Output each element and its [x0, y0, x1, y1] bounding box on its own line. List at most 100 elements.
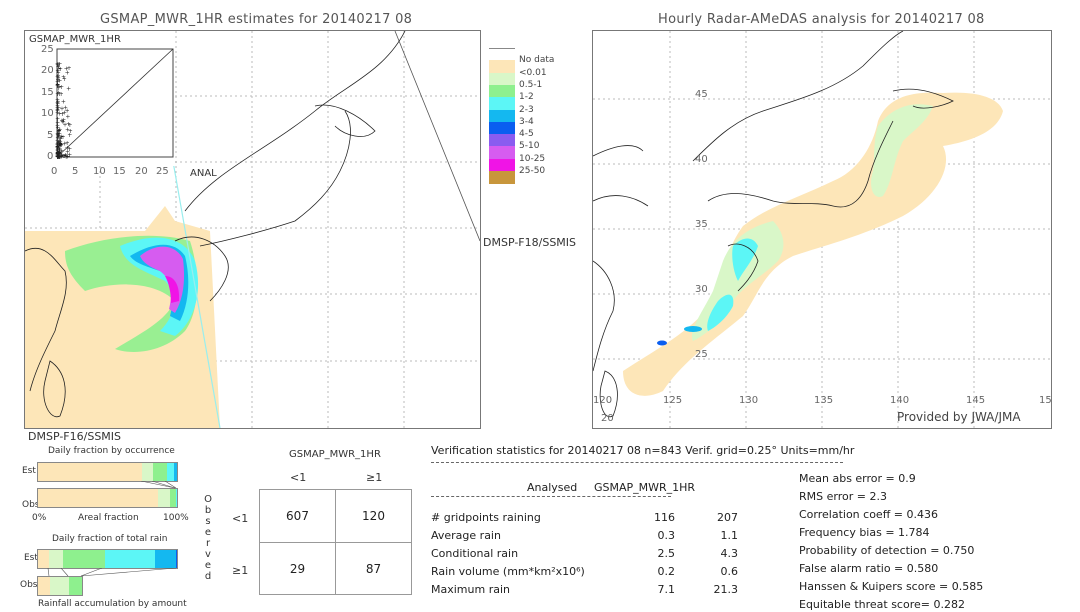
lat-tick: 25 — [695, 349, 708, 360]
occurrence-bar-obs — [37, 488, 178, 508]
stat-gsmap: 0.6 — [720, 565, 739, 578]
bar-segment — [174, 463, 177, 481]
lat-tick: 35 — [695, 219, 708, 230]
scatter-point: + — [65, 145, 70, 152]
stat-gsmap: 1.1 — [720, 529, 739, 542]
stat-label: Conditional rain — [431, 547, 519, 560]
score-item: Probability of detection = 0.750 — [799, 544, 975, 557]
scatter-xtick: 10 — [93, 166, 106, 177]
data-credit: Provided by JWA/JMA — [897, 410, 1021, 424]
one-to-one-line — [56, 48, 174, 158]
contingency-col-label: <1 — [290, 471, 307, 484]
stat-analysed: 116 — [654, 511, 675, 524]
scatter-point: + — [63, 121, 68, 128]
legend-swatch — [489, 97, 515, 111]
stat-gsmap: 4.3 — [720, 547, 739, 560]
scatter-ytick: 5 — [47, 130, 54, 141]
legend-swatch — [489, 60, 515, 74]
lon-tick: 135 — [814, 395, 834, 406]
observed-axis-label: Observed — [204, 494, 212, 582]
bar-segment — [104, 550, 155, 568]
scatter-point: + — [64, 154, 69, 161]
stat-analysed: 0.3 — [657, 529, 676, 542]
bar-segment — [153, 463, 168, 481]
legend-swatch — [489, 171, 515, 184]
sensor-right-label: DMSP-F18/SSMIS — [483, 236, 577, 249]
legend-swatch — [489, 146, 515, 160]
legend-label: <0.01 — [519, 67, 547, 78]
legend-item: 25-50 — [489, 166, 569, 184]
divider — [431, 496, 671, 497]
lat-tick: 30 — [695, 284, 708, 295]
left-map: GSMAP_MWR_1HR + + + + + + + + + + + + + + + + + + + + + + + + + +… — [24, 30, 481, 429]
total-rain-row-obs: Obs — [20, 580, 38, 590]
contingency-header: GSMAP_MWR_1HR — [289, 449, 381, 460]
cell-hits: 87 — [365, 562, 382, 576]
bar-segment — [49, 550, 63, 568]
score-item: False alarm ratio = 0.580 — [799, 562, 939, 575]
legend-label: No data — [519, 55, 555, 66]
bar-segment — [175, 550, 177, 568]
scatter-xtick: 15 — [113, 166, 126, 177]
occurrence-connectors — [140, 481, 177, 489]
total-rain-bar-obs — [37, 576, 83, 596]
verification-heading: Verification statistics for 20140217 08 … — [431, 444, 855, 457]
lat-tick: 40 — [695, 154, 708, 165]
stat-analysed: 2.5 — [657, 547, 676, 560]
stat-label: # gridpoints raining — [431, 511, 541, 524]
legend-swatch — [489, 121, 515, 135]
bar-segment — [63, 550, 105, 568]
bar-segment — [50, 577, 69, 595]
scatter-point: + — [61, 74, 66, 81]
total-rain-row-est: Est — [24, 553, 38, 563]
cell-misses: 29 — [289, 562, 306, 576]
total-rain-footer: Rainfall accumulation by amount — [38, 599, 187, 609]
scatter-point: + — [63, 105, 68, 112]
occurrence-title: Daily fraction by occurrence — [48, 446, 175, 456]
score-item: Correlation coeff = 0.436 — [799, 508, 938, 521]
legend-swatch — [489, 84, 515, 98]
lat-tick: 45 — [695, 89, 708, 100]
bar-segment — [142, 463, 154, 481]
contingency-col-label: ≥1 — [366, 471, 383, 484]
scatter-xtick: 0 — [51, 166, 58, 177]
scatter-point: + — [67, 122, 72, 129]
color-legend: No data <0.01 0.5-1 1-2 2-3 3-4 4-5 5-10 10-25 25… — [489, 48, 569, 193]
total-rain-bar-est — [37, 549, 178, 569]
bar-segment — [154, 550, 176, 568]
scatter-xlabel: ANAL — [190, 168, 217, 179]
scatter-ytick: 15 — [41, 87, 54, 98]
bar-segment — [167, 463, 175, 481]
legend-swatch — [489, 109, 515, 123]
left-map-title: GSMAP_MWR_1HR estimates for 20140217 08 — [100, 12, 413, 27]
legend-swatch — [489, 134, 515, 148]
legend-label: 3-4 — [519, 116, 534, 127]
stat-analysed: 0.2 — [657, 565, 676, 578]
legend-label: 5-10 — [519, 141, 540, 152]
stat-label: Maximum rain — [431, 583, 510, 596]
sensor-bottom-label: DMSP-F16/SSMIS — [28, 430, 122, 443]
bar-segment — [38, 489, 158, 507]
contingency-row-label: <1 — [232, 512, 249, 525]
bar-segment — [38, 463, 143, 481]
lat-tick: 20 — [601, 413, 614, 424]
occurrence-bar-est — [37, 462, 178, 482]
col-analysed: Analysed — [527, 481, 578, 494]
lon-tick: 145 — [966, 395, 986, 406]
legend-swatch — [489, 158, 515, 172]
bar-segment — [175, 489, 177, 507]
bar-segment — [38, 577, 51, 595]
scatter-ytick: 20 — [41, 65, 54, 76]
lon-tick: 125 — [663, 395, 683, 406]
stat-analysed: 7.1 — [657, 583, 676, 596]
cell-false-alarms: 120 — [362, 509, 385, 523]
score-item: Frequency bias = 1.784 — [799, 526, 930, 539]
total-rain-title: Daily fraction of total rain — [52, 534, 168, 544]
right-map: 45 40 35 30 25 20 120 125 130 135 140 14… — [592, 30, 1052, 429]
score-item: Equitable threat score= 0.282 — [799, 598, 965, 611]
bar-segment — [157, 489, 171, 507]
scatter-point: + — [56, 64, 61, 71]
scatter-point: + — [66, 86, 71, 93]
scatter-xtick: 5 — [72, 166, 79, 177]
scatter-xtick: 20 — [135, 166, 148, 177]
